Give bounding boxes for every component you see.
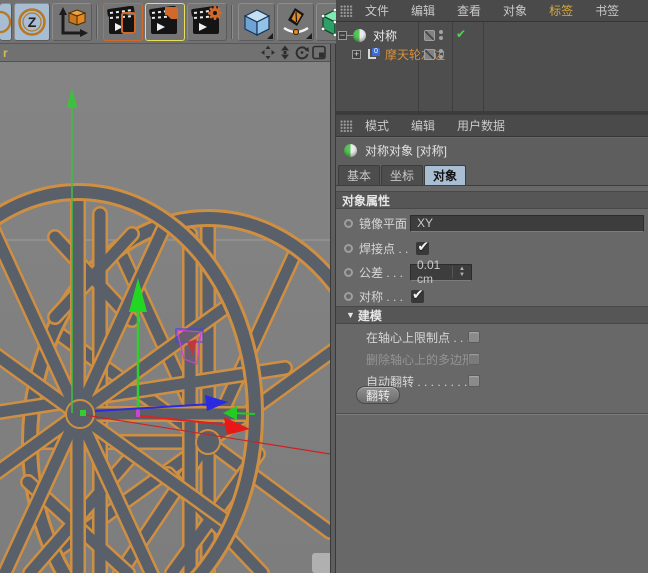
z-axis-lock-icon: Z: [18, 7, 46, 36]
symmetry-label: 对称 . . .: [359, 289, 404, 304]
coordinate-system-icon: [59, 6, 88, 37]
origin-point: [80, 410, 86, 416]
plane-handle-magenta: [176, 329, 202, 365]
primitive-cube-button[interactable]: [238, 2, 275, 41]
keyframe-circle-icon[interactable]: [344, 218, 353, 228]
attr-menu-mode[interactable]: 模式: [359, 117, 395, 134]
symmetry-object-icon: [344, 143, 357, 157]
enable-toggle-icon[interactable]: ✔: [456, 27, 466, 41]
mirror-plane-dropdown[interactable]: XY: [410, 214, 644, 232]
polygon-object-icon: 0: [366, 47, 380, 61]
render-picture-viewer-button[interactable]: [145, 2, 185, 41]
tab-object[interactable]: 对象: [424, 165, 467, 185]
keyframe-circle-icon[interactable]: [344, 267, 353, 277]
panel-grip-icon[interactable]: [340, 4, 353, 17]
toolbar-separator: [231, 4, 234, 39]
visibility-dots-icon[interactable]: [439, 30, 443, 40]
object-name[interactable]: 摩天轮左边: [385, 46, 445, 63]
axis-lock-z-button[interactable]: Z: [14, 2, 50, 41]
tolerance-input[interactable]: 0.01 cm ▲ ▼: [410, 258, 472, 286]
weld-label: 焊接点 . .: [359, 241, 409, 256]
om-menu-tags[interactable]: 标签: [543, 2, 579, 19]
visibility-dots-icon[interactable]: [439, 49, 443, 59]
object-manager-menubar: 文件 编辑 查看 对象 标签 书签: [336, 0, 648, 22]
render-view-button[interactable]: [103, 2, 143, 41]
collapse-arrow-icon[interactable]: ▼: [346, 310, 355, 320]
viewport-menu-fragment[interactable]: r: [3, 46, 8, 60]
right-panel: 文件 编辑 查看 对象 标签 书签 − 对称 ✔ + 0 摩天轮左边 模式 编辑…: [336, 0, 648, 573]
layer-swatch-icon[interactable]: [424, 48, 435, 60]
attribute-tabs: 基本 坐标 对象: [336, 162, 648, 186]
panel-grip-icon[interactable]: [340, 119, 353, 132]
om-menu-edit[interactable]: 编辑: [405, 2, 441, 19]
axis-lock-partial-icon[interactable]: [0, 2, 12, 41]
row-symmetry: 对称 . . . ✔: [336, 285, 648, 307]
keyframe-circle-icon[interactable]: [344, 243, 353, 253]
attribute-title: 对称对象 [对称]: [365, 143, 448, 158]
pen-icon: [282, 7, 309, 35]
svg-text:Z: Z: [28, 14, 37, 30]
om-menu-object[interactable]: 对象: [497, 2, 533, 19]
object-row-symmetry[interactable]: − 对称 ✔: [336, 26, 648, 44]
render-view-icon: [107, 5, 136, 34]
render-settings-icon: [191, 5, 222, 34]
keyframe-circle-icon[interactable]: [344, 291, 353, 301]
auto-flip-checkbox[interactable]: [468, 375, 480, 387]
cube-icon: [243, 8, 270, 36]
viewport-maximize-icon[interactable]: [312, 45, 326, 60]
coordinate-system-button[interactable]: [52, 2, 92, 41]
object-row-ferriswheel-left[interactable]: + 0 摩天轮左边: [336, 45, 648, 63]
main-toolbar: Z: [0, 0, 369, 44]
layer-swatch-icon[interactable]: [424, 29, 435, 41]
viewport-corner-widget[interactable]: [312, 553, 330, 573]
viewport-rotate-icon[interactable]: [295, 45, 309, 60]
om-menu-view[interactable]: 查看: [451, 2, 487, 19]
toolbar-separator: [96, 4, 99, 39]
row-tolerance: 公差 . . . 0.01 cm ▲ ▼: [336, 258, 648, 286]
viewport-3d[interactable]: [0, 62, 330, 573]
attr-menu-userdata[interactable]: 用户数据: [451, 117, 511, 134]
limit-checkbox[interactable]: [468, 331, 480, 343]
tab-coordinates[interactable]: 坐标: [381, 165, 424, 185]
viewport-titlebar: r: [0, 44, 330, 62]
tolerance-label: 公差 . . .: [359, 265, 404, 280]
stepper-icon[interactable]: ▲ ▼: [452, 266, 465, 278]
om-menu-file[interactable]: 文件: [359, 2, 395, 19]
section-modeling[interactable]: ▼ 建模: [336, 306, 648, 324]
expand-icon[interactable]: +: [352, 49, 361, 59]
ferris-wheel-model[interactable]: [0, 183, 330, 573]
row-mirror-plane: 镜像平面 XY: [336, 212, 648, 234]
limit-label: 在轴心上限制点 . . .: [366, 330, 471, 345]
symmetry-checkbox[interactable]: ✔: [411, 286, 425, 303]
expand-icon[interactable]: −: [338, 30, 347, 40]
row-delete-polygons: 删除轴心上的多边形: [336, 348, 648, 370]
weld-checkbox[interactable]: ✔: [416, 238, 430, 255]
om-menu-bookmarks[interactable]: 书签: [589, 2, 625, 19]
mirror-plane-label: 镜像平面: [359, 216, 408, 231]
render-settings-button[interactable]: [187, 2, 227, 41]
attribute-title-row: 对称对象 [对称]: [336, 138, 648, 162]
row-limit-points: 在轴心上限制点 . . .: [336, 326, 648, 348]
object-name[interactable]: 对称: [373, 27, 397, 44]
spline-pen-button[interactable]: [277, 2, 314, 41]
delete-polygons-label: 删除轴心上的多边形: [366, 352, 475, 367]
viewport-canvas: [0, 88, 330, 573]
attribute-divider: [336, 413, 648, 415]
row-weld-points: 焊接点 . . ✔: [336, 237, 648, 259]
symmetry-object-icon: [353, 28, 366, 42]
viewport-dolly-icon[interactable]: [278, 45, 292, 60]
section-object-properties[interactable]: 对象属性: [336, 191, 648, 209]
viewport-pan-icon[interactable]: [261, 45, 275, 60]
attribute-manager: 模式 编辑 用户数据 对称对象 [对称] 基本 坐标 对象 对象属性 镜像平面: [336, 115, 648, 573]
object-manager[interactable]: − 对称 ✔ + 0 摩天轮左边: [336, 22, 648, 111]
flip-button[interactable]: 翻转: [356, 386, 400, 404]
render-picture-viewer-icon: [149, 5, 178, 34]
tab-basic[interactable]: 基本: [338, 165, 381, 185]
cinema4d-window: Z r 文件 编辑 查看 对象 标签 书签 − 对称 ✔ + 0 摩天轮左边 模…: [0, 0, 648, 573]
attr-menu-edit[interactable]: 编辑: [405, 117, 441, 134]
attribute-menubar: 模式 编辑 用户数据: [336, 115, 648, 137]
delete-polygons-checkbox: [468, 353, 480, 365]
